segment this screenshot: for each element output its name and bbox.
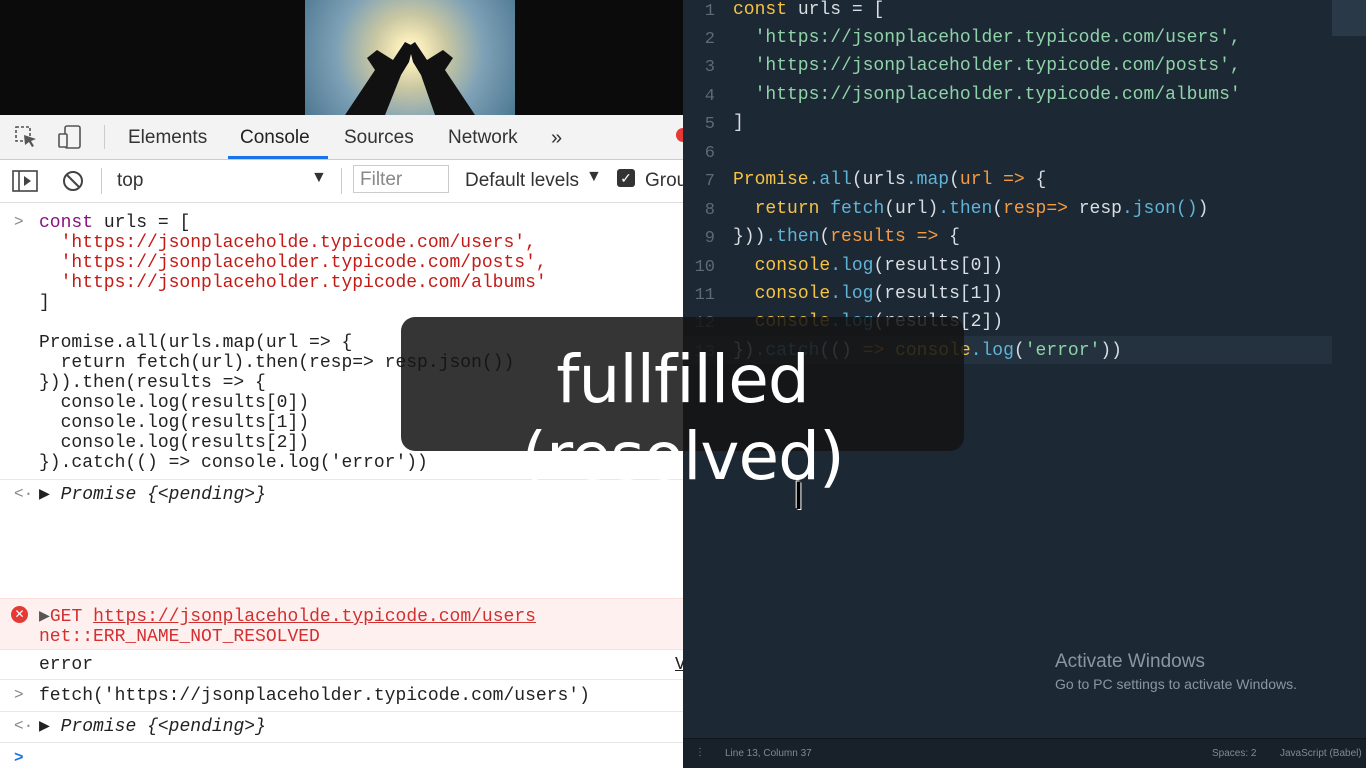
code-line: })).then(results => { [39,373,266,393]
promise-result-text: Promise {<pending>} [60,485,266,505]
syntax-selector[interactable]: JavaScript (Babel) [1280,748,1362,759]
input-prompt-icon: > [14,686,24,704]
filter-input[interactable]: Filter [353,165,449,193]
line-number: 5 [704,115,715,134]
editor-line: Promise.all(urls.map(url => { [733,170,1047,190]
error-icon: ✕ [11,606,28,623]
line-number: 10 [694,258,715,277]
line-number: 11 [694,286,715,305]
console-prompt-icon[interactable]: > [14,749,24,767]
line-number: 7 [704,172,715,191]
cursor-position[interactable]: Line 13, Column 37 [725,748,812,759]
error-url-link[interactable]: https://jsonplaceholde.typicode.com/user… [93,607,536,627]
activate-windows-subtitle: Go to PC settings to activate Windows. [1055,676,1297,692]
sidebar-toggle-icon[interactable] [12,169,38,193]
result-arrow-icon: <· [14,717,34,735]
chevron-double-right-icon[interactable]: » [551,127,562,150]
toolbar-divider [341,168,342,194]
indentation-setting[interactable]: Spaces: 2 [1212,748,1256,759]
error-method: GET [49,607,83,627]
toolbar-divider [101,168,102,194]
error-line: ▶GET https://jsonplaceholde.typicode.com… [39,607,536,627]
tab-network[interactable]: Network [448,127,518,149]
editor-line: 'https://jsonplaceholder.typicode.com/al… [733,85,1241,105]
error-message-row[interactable]: ✕ ▶GET https://jsonplaceholde.typicode.c… [0,598,683,650]
log-levels-dropdown[interactable]: Default levels [465,170,579,192]
tab-console[interactable]: Console [240,127,310,149]
console-input-line: fetch('https://jsonplaceholder.typicode.… [39,686,590,706]
editor-line: 'https://jsonplaceholder.typicode.com/us… [733,28,1241,48]
dropdown-arrow-icon[interactable]: ▼ [586,168,602,186]
input-prompt-icon: > [14,213,24,231]
editor-line: console.log(results[0]) [754,256,1004,276]
inspect-element-icon[interactable] [14,125,38,149]
device-toolbar-icon[interactable] [58,125,82,149]
log-error-text: error [39,655,94,675]
clear-console-icon[interactable] [61,169,85,193]
code-line: ] [39,293,50,313]
result-arrow-icon: <· [14,485,34,503]
toolbar-divider [104,125,105,149]
expand-triangle-icon[interactable]: ▶ [39,717,50,737]
line-number: 9 [704,229,715,248]
editor-line: })).then(results => { [733,227,960,247]
line-number: 2 [704,30,715,49]
code-line: Promise.all(urls.map(url => { [39,333,353,353]
code-line: 'https://jsonplaceholder.typicode.com/po… [39,253,547,273]
group-similar-checkbox[interactable]: ✓ [617,169,635,187]
log-source-link[interactable]: V [675,655,683,675]
error-count-icon[interactable] [676,128,683,142]
line-number: 8 [704,201,715,220]
row-divider [0,679,683,680]
dropdown-arrow-icon[interactable]: ▼ [311,169,327,187]
video-frame-top [0,0,683,115]
expand-triangle-icon[interactable]: ▶ [39,485,50,505]
tab-elements[interactable]: Elements [128,127,207,149]
editor-line: console.log(results[1]) [754,284,1004,304]
code-line: const urls = [ [39,213,191,233]
context-selector[interactable]: top [117,170,143,192]
code-line: 'https://jsonplaceholder.typicode.com/al… [39,273,547,293]
group-similar-label: Grou [645,170,683,191]
console-filter-bar: top ▼ Filter Default levels ▼ ✓ Grou [0,160,683,203]
promise-result[interactable]: ▶ Promise {<pending>} [39,485,266,505]
row-divider [0,742,683,743]
tab-sources[interactable]: Sources [344,127,414,149]
editor-line: 'https://jsonplaceholder.typicode.com/po… [733,56,1241,76]
row-divider [0,711,683,712]
editor-line: return fetch(url).then(resp=> resp.json(… [754,199,1209,219]
code-line: 'https://jsonplaceholde.typicode.com/use… [39,233,536,253]
code-line: console.log(results[2]) [39,433,310,453]
panel-toggle-icon[interactable]: ⋮ [695,747,705,758]
line-number: 1 [704,2,715,21]
devtools-tabbar: Elements Console Sources Network » [0,115,683,160]
error-detail: net::ERR_NAME_NOT_RESOLVED [39,627,320,647]
promise-result-text: Promise {<pending>} [60,717,266,737]
caption-text: fullfilled (resolved) [521,341,844,495]
editor-line: const urls = [ [733,0,885,20]
code-line: console.log(results[0]) [39,393,310,413]
editor-line: ] [733,113,744,133]
editor-status-bar: ⋮ Line 13, Column 37 Spaces: 2 JavaScrip… [683,738,1366,768]
active-tab-indicator [228,156,328,159]
line-number: 4 [704,87,715,106]
hands-image [305,0,515,115]
caption-overlay: fullfilled (resolved) [401,317,964,495]
line-number: 6 [704,144,715,163]
minimap[interactable] [1332,0,1366,36]
line-number: 3 [704,58,715,77]
expand-triangle-icon[interactable]: ▶ [39,607,50,627]
code-line: console.log(results[1]) [39,413,310,433]
promise-result[interactable]: ▶ Promise {<pending>} [39,717,266,737]
code-line: }).catch(() => console.log('error')) [39,453,428,473]
activate-windows-title: Activate Windows [1055,651,1205,672]
